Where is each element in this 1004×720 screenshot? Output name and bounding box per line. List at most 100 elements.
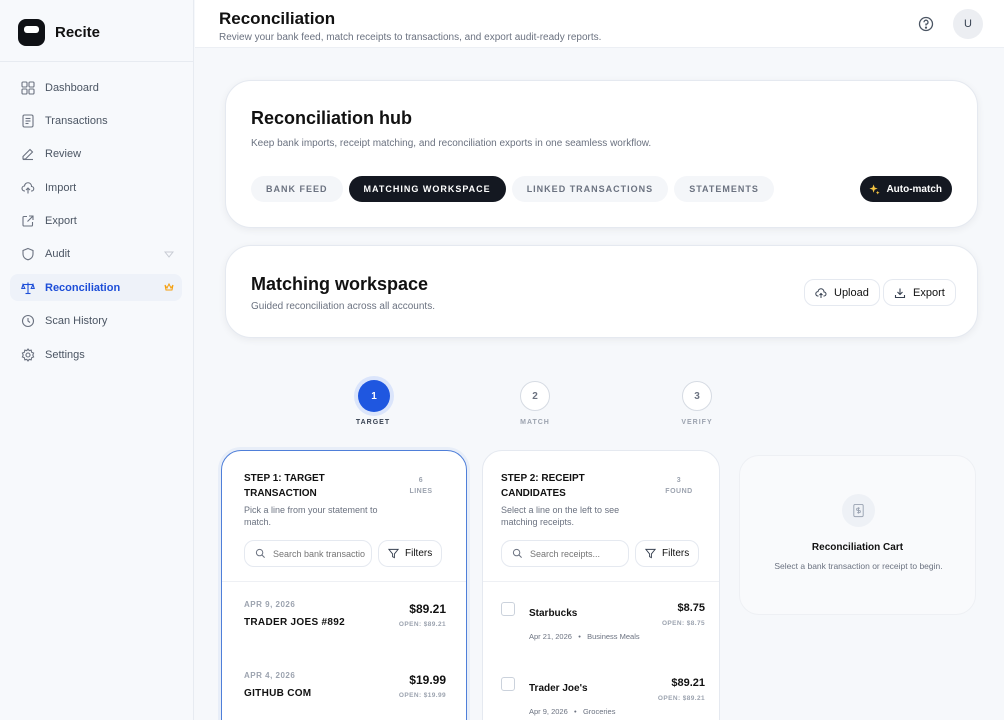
receipt-search-field[interactable] <box>501 540 629 567</box>
sparkle-icon <box>869 183 880 195</box>
sidebar-item-reconciliation[interactable]: Reconciliation <box>10 274 182 302</box>
shield-icon <box>21 247 35 261</box>
step2-count-label: FOUND <box>665 488 693 495</box>
bank-search-field[interactable] <box>244 540 372 567</box>
transaction-row[interactable]: APR 4, 2026 GITHUB COM $19.99 OPEN: $19.… <box>244 671 446 699</box>
step2-count: 3 FOUND <box>659 475 699 497</box>
sidebar-divider <box>0 61 194 62</box>
cart-icon-wrap <box>842 494 875 527</box>
meta-separator: • <box>574 632 586 641</box>
receipt-meta: Apr 21, 2026 • Business Meals <box>529 632 640 641</box>
sidebar-item-label: Scan History <box>45 315 108 328</box>
dashboard-icon <box>21 80 35 95</box>
step1-description: Pick a line from your statement to match… <box>244 505 378 527</box>
receipt-checkbox[interactable] <box>501 677 515 691</box>
upload-button[interactable]: Upload <box>804 279 880 306</box>
cart-title: Reconciliation Cart <box>811 542 904 553</box>
filter-icon <box>645 548 656 559</box>
auto-match-label: Auto-match <box>886 183 942 195</box>
gear-icon <box>21 347 35 362</box>
sidebar-item-transactions[interactable]: Transactions <box>10 107 182 134</box>
step-2-label: MATCH <box>520 419 550 426</box>
hub-title: Reconciliation hub <box>251 108 413 128</box>
receipt-meta: Apr 9, 2026 • Groceries <box>529 707 615 716</box>
tab-linked-transactions[interactable]: LINKED TRANSACTIONS <box>511 176 669 202</box>
receipt-checkbox[interactable] <box>501 602 515 616</box>
receipt-dollar-icon <box>853 503 864 518</box>
step1-count-value: 6 <box>418 477 424 484</box>
hub-description: Keep bank imports, receipt matching, and… <box>251 138 652 149</box>
sidebar-item-audit[interactable]: Audit <box>10 241 182 268</box>
step-3-indicator[interactable]: 3 <box>682 381 712 411</box>
auto-match-button[interactable]: Auto-match <box>860 176 952 202</box>
step2-filters-button[interactable]: Filters <box>635 540 700 567</box>
receipt-open-amount: OPEN: $8.75 <box>661 620 705 627</box>
sidebar-item-label: Export <box>45 215 77 228</box>
step-1-label: TARGET <box>355 419 391 426</box>
cloud-upload-icon <box>815 287 827 298</box>
sidebar-item-label: Audit <box>45 248 71 261</box>
workspace-title: Matching workspace <box>251 274 429 294</box>
receipt-date: Apr 9, 2026 <box>529 707 568 716</box>
export-button[interactable]: Export <box>883 279 956 306</box>
transaction-row[interactable]: APR 9, 2026 TRADER JOES #892 $89.21 OPEN… <box>244 600 446 628</box>
brand[interactable]: Recite <box>18 18 100 46</box>
help-icon <box>918 16 934 32</box>
sidebar-item-import[interactable]: Import <box>10 174 182 201</box>
filter-icon <box>388 548 399 559</box>
step1-title: STEP 1: TARGET TRANSACTION <box>244 473 325 499</box>
receipt-candidates-panel: STEP 2: RECEIPT CANDIDATES 3 FOUND Selec… <box>482 450 720 720</box>
search-icon <box>255 548 265 558</box>
sidebar-item-label: Reconciliation <box>45 281 121 294</box>
crown-icon <box>164 282 174 292</box>
target-transaction-panel: STEP 1: TARGET TRANSACTION 6 LINES Pick … <box>221 450 467 720</box>
sidebar-item-review[interactable]: Review <box>10 141 182 168</box>
upload-label: Upload <box>834 286 869 299</box>
step2-title: STEP 2: RECEIPT CANDIDATES <box>501 473 585 499</box>
receipt-amount: $89.21 <box>671 677 705 689</box>
brand-logo <box>18 18 45 46</box>
transaction-open-amount: OPEN: $19.99 <box>398 692 446 699</box>
sidebar-item-label: Dashboard <box>45 81 99 94</box>
transaction-amount: $19.99 <box>409 673 446 687</box>
receipt-category: Groceries <box>582 707 616 716</box>
step1-filters-button[interactable]: Filters <box>378 540 443 567</box>
sidebar-item-label: Import <box>45 181 77 194</box>
sidebar-item-dashboard[interactable]: Dashboard <box>10 74 182 101</box>
help-button[interactable] <box>917 15 935 33</box>
receipt-merchant: Starbucks <box>529 608 578 619</box>
sidebar-item-scan-history[interactable]: Scan History <box>10 308 182 335</box>
receipt-merchant: Trader Joe's <box>529 683 588 694</box>
search-icon <box>512 548 522 558</box>
page-subtitle: Review your bank feed, match receipts to… <box>219 32 602 43</box>
scale-icon <box>21 281 35 295</box>
avatar[interactable]: U <box>953 9 983 39</box>
receipt-search-input[interactable] <box>530 548 622 559</box>
receipt-open-amount: OPEN: $89.21 <box>657 695 705 702</box>
divider <box>483 581 719 582</box>
receipt-category: Business Meals <box>587 632 640 641</box>
reconciliation-hub-card: Reconciliation hub Keep bank imports, re… <box>225 80 978 228</box>
sidebar-item-export[interactable]: Export <box>10 208 182 235</box>
brand-name: Recite <box>55 23 101 41</box>
step-3-label: VERIFY <box>681 419 713 426</box>
bank-search-input[interactable] <box>273 548 365 559</box>
step-2-indicator[interactable]: 2 <box>520 381 550 411</box>
step1-count-label: LINES <box>409 488 433 495</box>
filters-label: Filters <box>662 548 690 559</box>
tab-matching-workspace[interactable]: MATCHING WORKSPACE <box>348 176 506 202</box>
edit-icon <box>21 147 35 161</box>
transaction-open-amount: OPEN: $89.21 <box>398 621 446 628</box>
shield-badge-icon <box>163 249 175 259</box>
tab-statements[interactable]: STATEMENTS <box>674 176 774 202</box>
receipt-amount: $8.75 <box>677 602 705 614</box>
sidebar-item-settings[interactable]: Settings <box>10 341 182 368</box>
receipt-date: Apr 21, 2026 <box>529 632 572 641</box>
step-1-indicator[interactable]: 1 <box>358 380 390 412</box>
tab-bank-feed[interactable]: BANK FEED <box>251 176 343 202</box>
page-title: Reconciliation <box>219 9 336 28</box>
header: Reconciliation Review your bank feed, ma… <box>195 0 1004 48</box>
matching-workspace-card: Matching workspace Guided reconciliation… <box>225 245 978 338</box>
receipt-icon <box>21 114 35 128</box>
sidebar-item-label: Review <box>45 148 82 161</box>
